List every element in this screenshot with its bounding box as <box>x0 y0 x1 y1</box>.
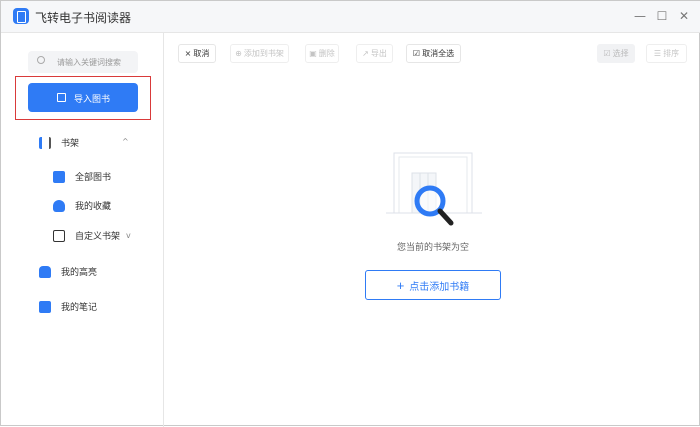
sidebar-item-notes[interactable]: 我的笔记 <box>39 300 97 313</box>
export-icon: ↗ <box>362 49 369 58</box>
app-logo-icon <box>13 8 29 24</box>
search-icon <box>37 56 45 64</box>
export-label: 导出 <box>370 49 387 58</box>
sidebar: 请输入关键词搜索 导入图书 书架 ^ 全部图书 我的收藏 自定义书架 v 我的高… <box>1 33 164 427</box>
favorites-icon <box>53 199 65 212</box>
shelf-label: 书架 <box>61 139 80 149</box>
maximize-button[interactable]: ☐ <box>654 9 670 23</box>
checkbox-icon: ☑ <box>412 49 421 58</box>
sidebar-item-custom-shelf[interactable]: 自定义书架 v <box>53 229 131 242</box>
sort-label: 排序 <box>663 49 680 58</box>
bookshelf-icon <box>39 136 51 149</box>
import-label: 导入图书 <box>74 94 111 104</box>
import-icon <box>57 93 66 102</box>
sidebar-item-favorites[interactable]: 我的收藏 <box>53 199 111 212</box>
delete-label: 删除 <box>318 49 335 58</box>
sort-icon: ☰ <box>653 49 662 58</box>
delete-button[interactable]: ▣ 删除 <box>305 44 339 63</box>
close-button[interactable]: ✕ <box>676 9 692 23</box>
checkbox-icon: ☑ <box>603 49 611 58</box>
plus-icon: + <box>396 277 405 293</box>
trash-icon: ▣ <box>309 49 317 58</box>
notebook-icon <box>39 300 51 313</box>
deselect-all-button[interactable]: ☑ 取消全选 <box>406 44 461 63</box>
notes-label: 我的笔记 <box>61 303 98 313</box>
highlighter-icon <box>39 265 51 278</box>
search-placeholder: 请输入关键词搜索 <box>57 58 121 67</box>
app-window: 飞转电子书阅读器 — ☐ ✕ 请输入关键词搜索 导入图书 书架 ^ 全部图书 我… <box>0 0 700 427</box>
minimize-button[interactable]: — <box>632 9 648 23</box>
sidebar-item-highlights[interactable]: 我的高亮 <box>39 265 97 278</box>
empty-shelf-text: 您当前的书架为空 <box>396 243 469 253</box>
select-button[interactable]: ☑ 选择 <box>597 44 635 63</box>
chevron-up-icon[interactable]: ^ <box>122 137 129 146</box>
export-button[interactable]: ↗ 导出 <box>356 44 393 63</box>
book-icon <box>53 170 65 183</box>
deselect-all-label: 取消全选 <box>422 49 455 58</box>
search-input[interactable]: 请输入关键词搜索 <box>28 51 138 73</box>
sidebar-item-all-books[interactable]: 全部图书 <box>53 170 111 183</box>
add-to-shelf-label: 添加到书架 <box>243 49 284 58</box>
custom-shelf-label: 自定义书架 <box>75 232 121 242</box>
select-label: 选择 <box>612 49 629 58</box>
empty-shelf-illustration <box>386 152 482 226</box>
sort-button[interactable]: ☰ 排序 <box>646 44 687 63</box>
chevron-down-icon[interactable]: v <box>126 231 131 240</box>
cancel-label: 取消 <box>193 49 210 58</box>
grid-icon <box>53 229 65 242</box>
add-books-label: 点击添加书籍 <box>409 281 470 293</box>
favorites-label: 我的收藏 <box>75 202 112 212</box>
add-to-shelf-button[interactable]: ⊕ 添加到书架 <box>230 44 289 63</box>
highlights-label: 我的高亮 <box>61 268 98 278</box>
import-books-button[interactable]: 导入图书 <box>28 83 138 112</box>
close-icon: × <box>184 49 192 58</box>
app-title: 飞转电子书阅读器 <box>35 11 132 25</box>
sidebar-item-shelf[interactable]: 书架 <box>39 136 79 149</box>
cancel-button[interactable]: × 取消 <box>178 44 216 63</box>
title-bar: 飞转电子书阅读器 — ☐ ✕ <box>1 1 700 33</box>
plus-circle-icon: ⊕ <box>235 49 242 58</box>
add-books-button[interactable]: + 点击添加书籍 <box>365 270 501 300</box>
all-books-label: 全部图书 <box>75 173 112 183</box>
